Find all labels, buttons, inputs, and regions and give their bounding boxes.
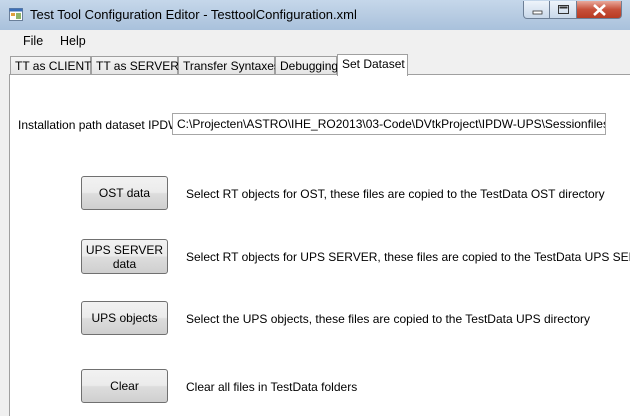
- app-window: Test Tool Configuration Editor - Testtoo…: [0, 0, 630, 416]
- tab-debugging[interactable]: Debugging: [275, 56, 338, 75]
- maximize-button[interactable]: [550, 1, 577, 19]
- ost-data-description: Select RT objects for OST, these files a…: [186, 187, 605, 201]
- ost-data-button[interactable]: OST data: [81, 176, 168, 210]
- ups-server-data-description: Select RT objects for UPS SERVER, these …: [186, 250, 630, 264]
- maximize-icon: [558, 5, 569, 14]
- title-bar[interactable]: Test Tool Configuration Editor - Testtoo…: [0, 0, 630, 30]
- close-icon: [593, 4, 606, 16]
- minimize-icon: [532, 10, 543, 15]
- menu-file[interactable]: File: [23, 34, 43, 48]
- clear-description: Clear all files in TestData folders: [186, 380, 358, 394]
- dataset-path-input[interactable]: C:\Projecten\ASTRO\IHE_RO2013\03-Code\DV…: [172, 113, 606, 135]
- tab-tt-as-client[interactable]: TT as CLIENT: [10, 56, 91, 75]
- tab-set-dataset[interactable]: Set Dataset: [337, 54, 408, 76]
- clear-button[interactable]: Clear: [81, 369, 168, 403]
- menu-help[interactable]: Help: [60, 34, 86, 48]
- close-button[interactable]: [577, 1, 622, 19]
- tab-strip: TT as CLIENT TT as SERVER Transfer Synta…: [0, 54, 630, 76]
- minimize-button[interactable]: [523, 1, 550, 19]
- window-title: Test Tool Configuration Editor - Testtoo…: [30, 7, 357, 22]
- tab-tt-as-server[interactable]: TT as SERVER: [91, 56, 179, 75]
- menu-bar: File Help: [0, 30, 630, 54]
- ups-objects-description: Select the UPS objects, these files are …: [186, 312, 590, 326]
- app-icon: [9, 8, 23, 21]
- ups-objects-button[interactable]: UPS objects: [81, 301, 168, 335]
- ups-server-data-button[interactable]: UPS SERVER data: [81, 239, 168, 274]
- tab-transfer-syntaxes[interactable]: Transfer Syntaxes: [178, 56, 280, 75]
- dataset-path-label: Installation path dataset IPDW:: [18, 118, 183, 132]
